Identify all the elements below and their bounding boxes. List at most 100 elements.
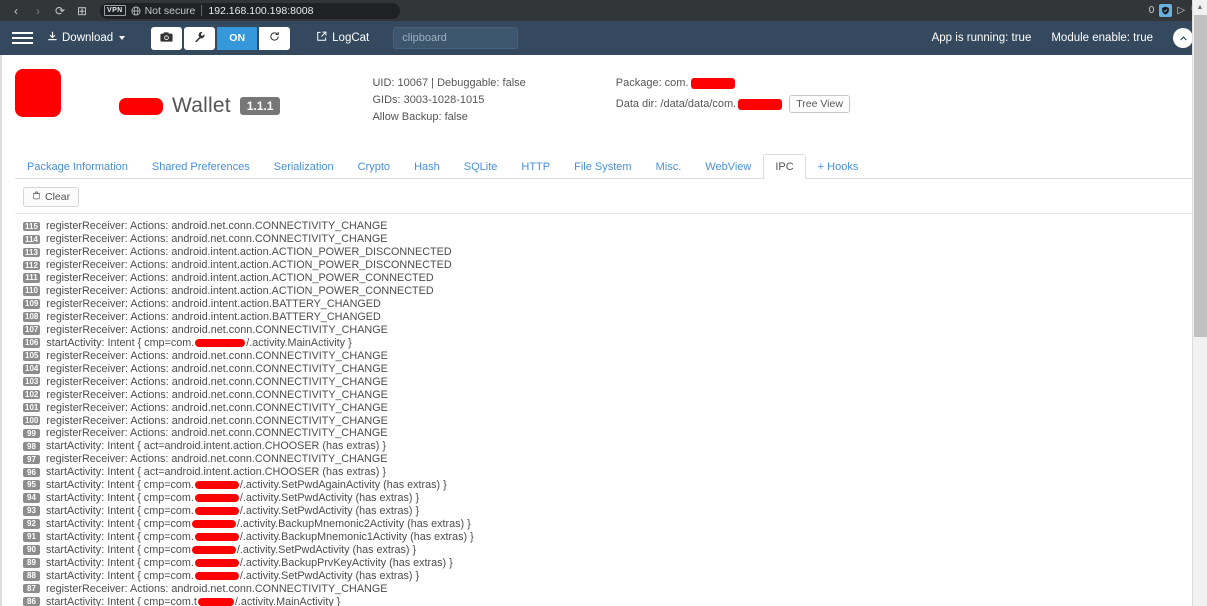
tab-hash[interactable]: Hash [402, 154, 452, 179]
log-row[interactable]: 87 registerReceiver: Actions: android.net… [23, 582, 1207, 595]
log-index-badge: 88 [23, 571, 40, 581]
vpn-badge: VPN [104, 5, 126, 16]
allow-backup-row: Allow Backup: false [372, 111, 468, 123]
log-row[interactable]: 92 startActivity: Intent { cmp=com /.activ… [23, 518, 1207, 531]
tab-ipc[interactable]: IPC [763, 154, 806, 179]
log-row[interactable]: 114 registerReceiver: Actions: android.ne… [23, 233, 1207, 246]
log-row[interactable]: 109 registerReceiver: Actions: android.in… [23, 298, 1207, 311]
log-row[interactable]: 107 registerReceiver: Actions: android.ne… [23, 324, 1207, 337]
log-row[interactable]: 111 registerReceiver: Actions: android.in… [23, 272, 1207, 285]
download-menu-button[interactable]: Download [47, 29, 126, 47]
tab-crypto[interactable]: Crypto [346, 154, 402, 179]
log-row[interactable]: 91 startActivity: Intent { cmp=com. /.acti… [23, 531, 1207, 544]
log-row[interactable]: 115 registerReceiver: Actions: android.ne… [23, 220, 1207, 233]
log-row[interactable]: 93 startActivity: Intent { cmp=com. /.acti… [23, 505, 1207, 518]
forward-icon[interactable]: › [28, 2, 48, 19]
module-enable-status: Module enable: true [1051, 32, 1153, 44]
back-icon[interactable]: ‹ [6, 2, 26, 19]
tree-view-button[interactable]: Tree View [789, 95, 850, 113]
clear-toolbar: Clear [1, 179, 1207, 213]
log-row[interactable]: 106 startActivity: Intent { cmp=com. /.act… [23, 336, 1207, 349]
tab-serialization[interactable]: Serialization [262, 154, 346, 179]
app-info-header: Wallet 1.1.1 UID: 10067 | Debuggable: fa… [1, 55, 1207, 141]
log-message-prefix: startActivity: Intent { cmp=com.t [46, 595, 197, 606]
toolbar-status-area: App is running: true Module enable: true [932, 21, 1193, 55]
clear-button[interactable]: Clear [23, 187, 80, 207]
tab-misc[interactable]: Misc. [644, 154, 694, 179]
page-content: Wallet 1.1.1 UID: 10067 | Debuggable: fa… [0, 55, 1207, 606]
url-text[interactable]: 192.168.100.198:8008 [208, 5, 313, 17]
log-row[interactable]: 95 startActivity: Intent { cmp=com. /.acti… [23, 479, 1207, 492]
log-row[interactable]: 103 registerReceiver: Actions: android.ne… [23, 375, 1207, 388]
hook-toggle-on-button[interactable]: ON [217, 26, 258, 50]
scroll-up-button[interactable]: ▲ [1193, 0, 1207, 15]
package-label: Package: com. [615, 77, 689, 89]
shield-icon[interactable] [1159, 4, 1173, 17]
apps-grid-icon[interactable]: ⊞ [72, 2, 92, 19]
log-index-badge: 86 [23, 596, 40, 606]
log-index-badge: 97 [23, 454, 40, 465]
log-message-prefix: registerReceiver: Actions: android.inten… [46, 311, 381, 324]
log-row[interactable]: 101 registerReceiver: Actions: android.ne… [23, 401, 1207, 414]
tab-webview[interactable]: WebView [693, 154, 763, 179]
log-index-badge: 104 [23, 364, 41, 374]
log-index-badge: 101 [23, 402, 41, 413]
log-row[interactable]: 108 registerReceiver: Actions: android.in… [23, 311, 1207, 324]
log-row[interactable]: 86 startActivity: Intent { cmp=com.t /.act… [23, 595, 1207, 606]
log-row[interactable]: 94 startActivity: Intent { cmp=com. /.acti… [23, 492, 1207, 505]
log-row[interactable]: 98 startActivity: Intent { act=android.in… [23, 440, 1207, 453]
log-message-prefix: registerReceiver: Actions: android.net.c… [46, 453, 388, 466]
log-index-badge: 113 [23, 247, 40, 258]
tab-sqlite[interactable]: SQLite [452, 154, 510, 179]
log-message-prefix: registerReceiver: Actions: android.inten… [46, 259, 452, 272]
hamburger-icon[interactable] [12, 32, 33, 44]
settings-wrench-button[interactable] [184, 26, 216, 50]
log-row[interactable]: 102 registerReceiver: Actions: android.ne… [23, 388, 1207, 401]
log-row[interactable]: 110 registerReceiver: Actions: android.in… [23, 285, 1207, 298]
browser-chrome: ‹ › ⟳ ⊞ VPN Not secure 192.168.100.198:8… [0, 0, 1207, 21]
logcat-button[interactable]: LogCat [316, 31, 369, 45]
log-message: startActivity: Intent { cmp=com.t /.activ… [46, 596, 340, 606]
tab-shared-preferences[interactable]: Shared Preferences [140, 154, 262, 179]
log-row[interactable]: 112 registerReceiver: Actions: android.in… [23, 259, 1207, 272]
log-message: startActivity: Intent { act=android.inte… [46, 440, 386, 452]
log-row[interactable]: 97 registerReceiver: Actions: android.net… [23, 453, 1207, 466]
log-row[interactable]: 104 registerReceiver: Actions: android.ne… [23, 362, 1207, 375]
address-bar[interactable]: VPN Not secure 192.168.100.198:8008 [100, 2, 400, 19]
screenshot-button[interactable] [151, 26, 183, 50]
log-message-suffix: /.activity.SetPwdActivity (has extras) } [239, 492, 420, 505]
log-row[interactable]: 113 registerReceiver: Actions: android.in… [23, 246, 1207, 259]
log-row[interactable]: 105 registerReceiver: Actions: android.ne… [23, 349, 1207, 362]
log-row[interactable]: 100 registerReceiver: Actions: android.ne… [23, 414, 1207, 427]
redacted-package-segment [194, 481, 239, 490]
share-icon[interactable]: ▷ [1177, 5, 1185, 16]
log-message: startActivity: Intent { cmp=com /.activit… [46, 518, 471, 530]
tab-package-information[interactable]: Package Information [15, 154, 140, 179]
vertical-scrollbar[interactable]: ▲ [1192, 0, 1207, 606]
log-message-suffix: /.activity.SetPwdActivity (has extras) } [239, 569, 420, 582]
clipboard-input[interactable] [393, 27, 519, 49]
log-row[interactable]: 89 startActivity: Intent { cmp=com. /.acti… [23, 556, 1207, 569]
log-row[interactable]: 99 registerReceiver: Actions: android.net… [23, 427, 1207, 440]
refresh-icon [269, 31, 280, 45]
log-index-badge: 99 [23, 428, 40, 439]
redacted-app-name-prefix [119, 97, 163, 115]
reload-icon[interactable]: ⟳ [50, 2, 70, 19]
log-message-prefix: registerReceiver: Actions: android.net.c… [46, 233, 388, 246]
collapse-toggle-button[interactable] [1173, 28, 1193, 48]
log-index-badge: 90 [23, 545, 40, 555]
wrench-icon [194, 31, 206, 46]
log-message: startActivity: Intent { cmp=com. /.activi… [46, 492, 419, 504]
tab-file-system[interactable]: File System [562, 154, 643, 179]
refresh-button[interactable] [259, 26, 291, 50]
log-index-badge: 112 [23, 260, 40, 271]
log-index-badge: 107 [23, 325, 41, 335]
tab-hooks[interactable]: + Hooks [806, 154, 871, 179]
log-row[interactable]: 90 startActivity: Intent { cmp=com /.activ… [23, 543, 1207, 556]
log-row[interactable]: 96 startActivity: Intent { act=android.in… [23, 466, 1207, 479]
log-message-suffix: /.activity.BackupMnemonic1Activity (has … [239, 530, 474, 543]
scrollbar-thumb[interactable] [1194, 15, 1207, 337]
tab-http[interactable]: HTTP [509, 154, 562, 179]
log-row[interactable]: 88 startActivity: Intent { cmp=com. /.acti… [23, 569, 1207, 582]
log-message-suffix: /.activity.SetPwdActivity (has extras) } [236, 543, 417, 556]
